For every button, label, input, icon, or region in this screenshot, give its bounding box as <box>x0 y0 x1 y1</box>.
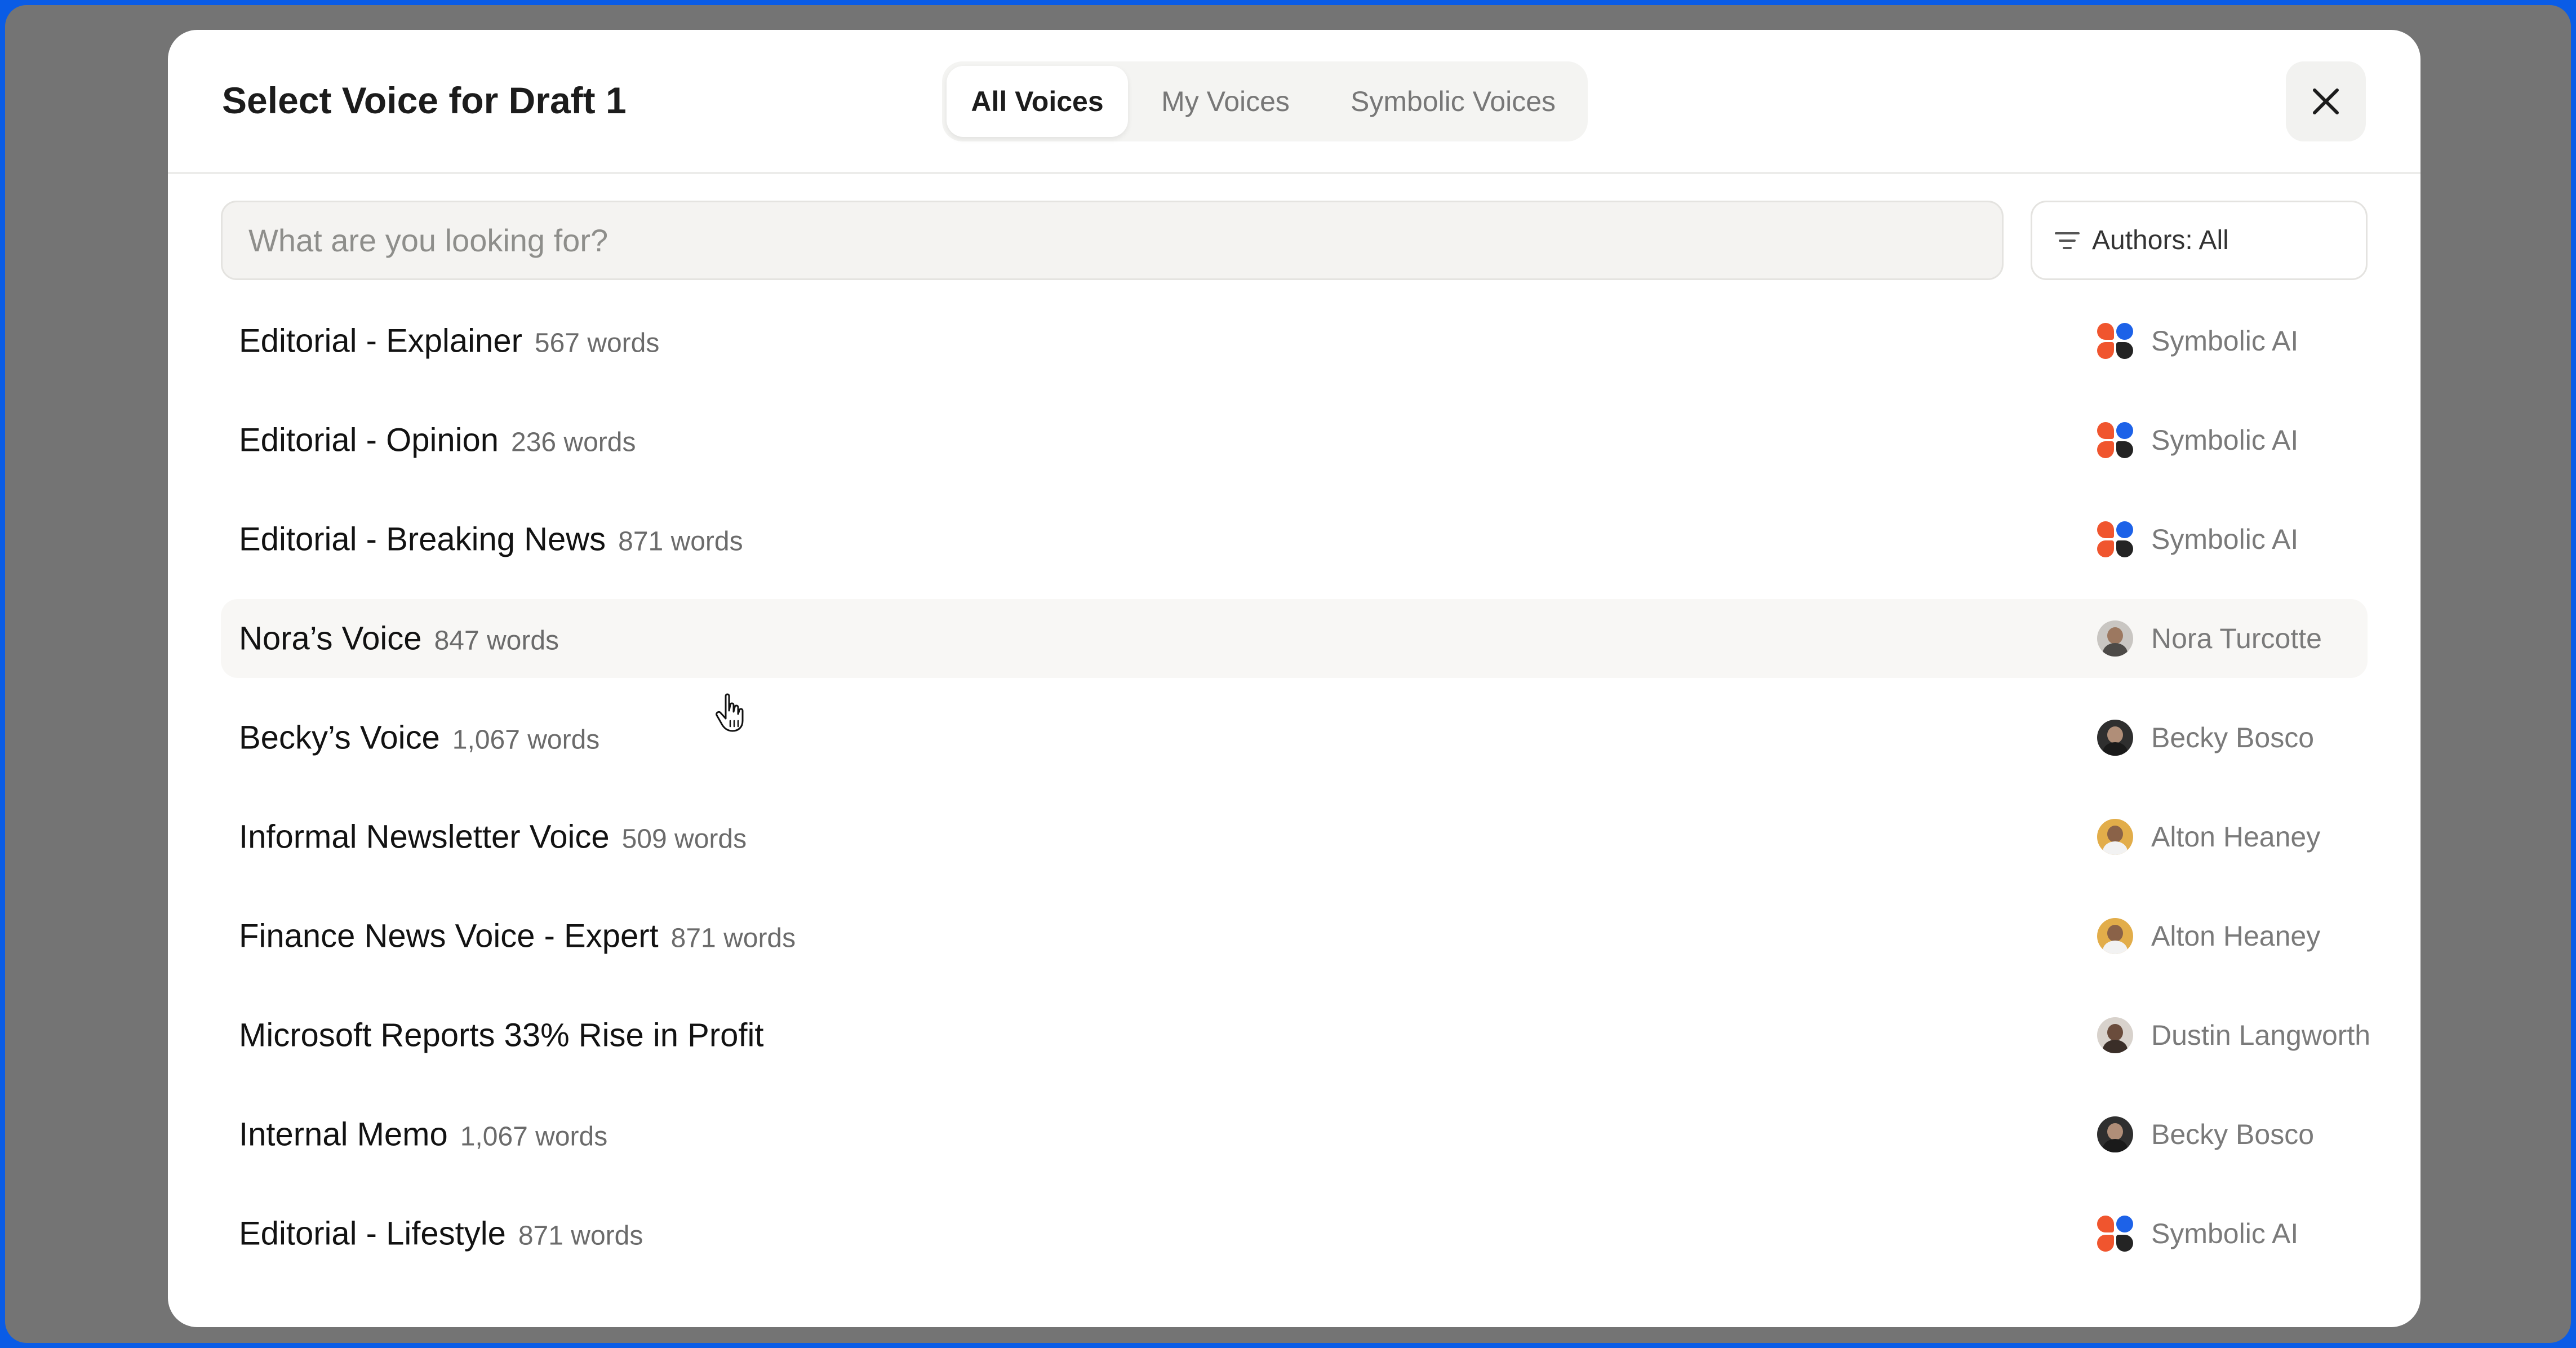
voice-name: Editorial - Lifestyle <box>239 1215 506 1252</box>
author-name: Symbolic AI <box>2151 1218 2299 1249</box>
select-voice-modal: Select Voice for Draft 1 All Voices My V… <box>168 30 2420 1327</box>
word-count: 1,067 words <box>460 1121 608 1152</box>
voice-row[interactable]: Microsoft Reports 33% Rise in Profit Dus… <box>221 996 2371 1075</box>
voice-name: Becky’s Voice <box>239 719 440 756</box>
tab-symbolic-voices[interactable]: Symbolic Voices <box>1323 66 1583 137</box>
voice-name: Internal Memo <box>239 1116 448 1153</box>
author-avatar-icon <box>2097 1017 2133 1053</box>
voice-name: Finance News Voice - Expert <box>239 917 659 955</box>
voice-row[interactable]: Finance News Voice - Expert 871 words Al… <box>221 897 2368 975</box>
author-name: Becky Bosco <box>2151 1119 2315 1150</box>
author-name: Symbolic AI <box>2151 524 2299 555</box>
word-count: 509 words <box>621 824 747 854</box>
voice-row[interactable]: Internal Memo 1,067 words Becky Bosco <box>221 1095 2368 1174</box>
author-name: Symbolic AI <box>2151 325 2299 357</box>
word-count: 236 words <box>511 427 636 458</box>
voice-name: Editorial - Breaking News <box>239 521 606 558</box>
search-input[interactable] <box>223 202 2002 278</box>
word-count: 871 words <box>670 923 796 954</box>
author-avatar-icon <box>2097 620 2133 657</box>
author-avatar-icon <box>2097 720 2133 756</box>
modal-header: Select Voice for Draft 1 All Voices My V… <box>168 30 2420 174</box>
voice-row[interactable]: Informal Newsletter Voice 509 words Alto… <box>221 797 2368 876</box>
author-avatar-icon <box>2097 1116 2133 1152</box>
author-avatar-icon <box>2097 918 2133 954</box>
word-count: 567 words <box>534 328 660 358</box>
voice-row[interactable]: Editorial - Lifestyle 871 words Symbolic… <box>221 1194 2368 1273</box>
author-avatar-icon <box>2097 819 2133 855</box>
author-name: Alton Heaney <box>2151 920 2321 952</box>
filter-icon <box>2055 232 2080 249</box>
author-name: Symbolic AI <box>2151 424 2299 456</box>
modal-backdrop[interactable]: Select Voice for Draft 1 All Voices My V… <box>5 5 2571 1343</box>
author-name: Alton Heaney <box>2151 821 2321 853</box>
word-count: 1,067 words <box>452 725 600 755</box>
author-name: Nora Turcotte <box>2151 623 2322 654</box>
voice-row[interactable]: Editorial - Explainer 567 words Symbolic… <box>221 301 2368 380</box>
voice-row-hovered[interactable]: Nora’s Voice 847 words Nora Turcotte <box>221 599 2368 678</box>
authors-filter-button[interactable]: Authors: All <box>2031 201 2368 280</box>
author-name: Becky Bosco <box>2151 722 2315 753</box>
voice-row[interactable]: Editorial - Breaking News 871 words Symb… <box>221 500 2368 579</box>
voice-list: Editorial - Explainer 567 words Symbolic… <box>221 301 2371 1293</box>
voice-name: Editorial - Opinion <box>239 422 499 459</box>
close-icon <box>2313 88 2339 114</box>
symbolic-ai-logo-icon <box>2097 422 2133 458</box>
modal-title: Select Voice for Draft 1 <box>222 79 627 121</box>
search-box <box>221 201 2004 280</box>
symbolic-ai-logo-icon <box>2097 1216 2133 1252</box>
word-count: 847 words <box>434 626 559 656</box>
voice-row[interactable]: Editorial - Opinion 236 words Symbolic A… <box>221 401 2368 480</box>
voice-name: Nora’s Voice <box>239 620 422 657</box>
voice-name: Microsoft Reports 33% Rise in Profit <box>239 1017 764 1054</box>
tab-my-voices[interactable]: My Voices <box>1134 66 1317 137</box>
close-button[interactable] <box>2286 61 2366 141</box>
voice-tabs: All Voices My Voices Symbolic Voices <box>942 61 1588 141</box>
word-count: 871 words <box>518 1221 643 1251</box>
voice-name: Informal Newsletter Voice <box>239 818 610 855</box>
tab-all-voices[interactable]: All Voices <box>947 66 1128 137</box>
symbolic-ai-logo-icon <box>2097 521 2133 557</box>
symbolic-ai-logo-icon <box>2097 323 2133 359</box>
author-name: Dustin Langworth <box>2151 1019 2371 1051</box>
voice-name: Editorial - Explainer <box>239 322 522 360</box>
authors-filter-label: Authors: All <box>2092 225 2229 255</box>
voice-row[interactable]: Becky’s Voice 1,067 words Becky Bosco <box>221 698 2368 777</box>
word-count: 871 words <box>618 526 743 557</box>
